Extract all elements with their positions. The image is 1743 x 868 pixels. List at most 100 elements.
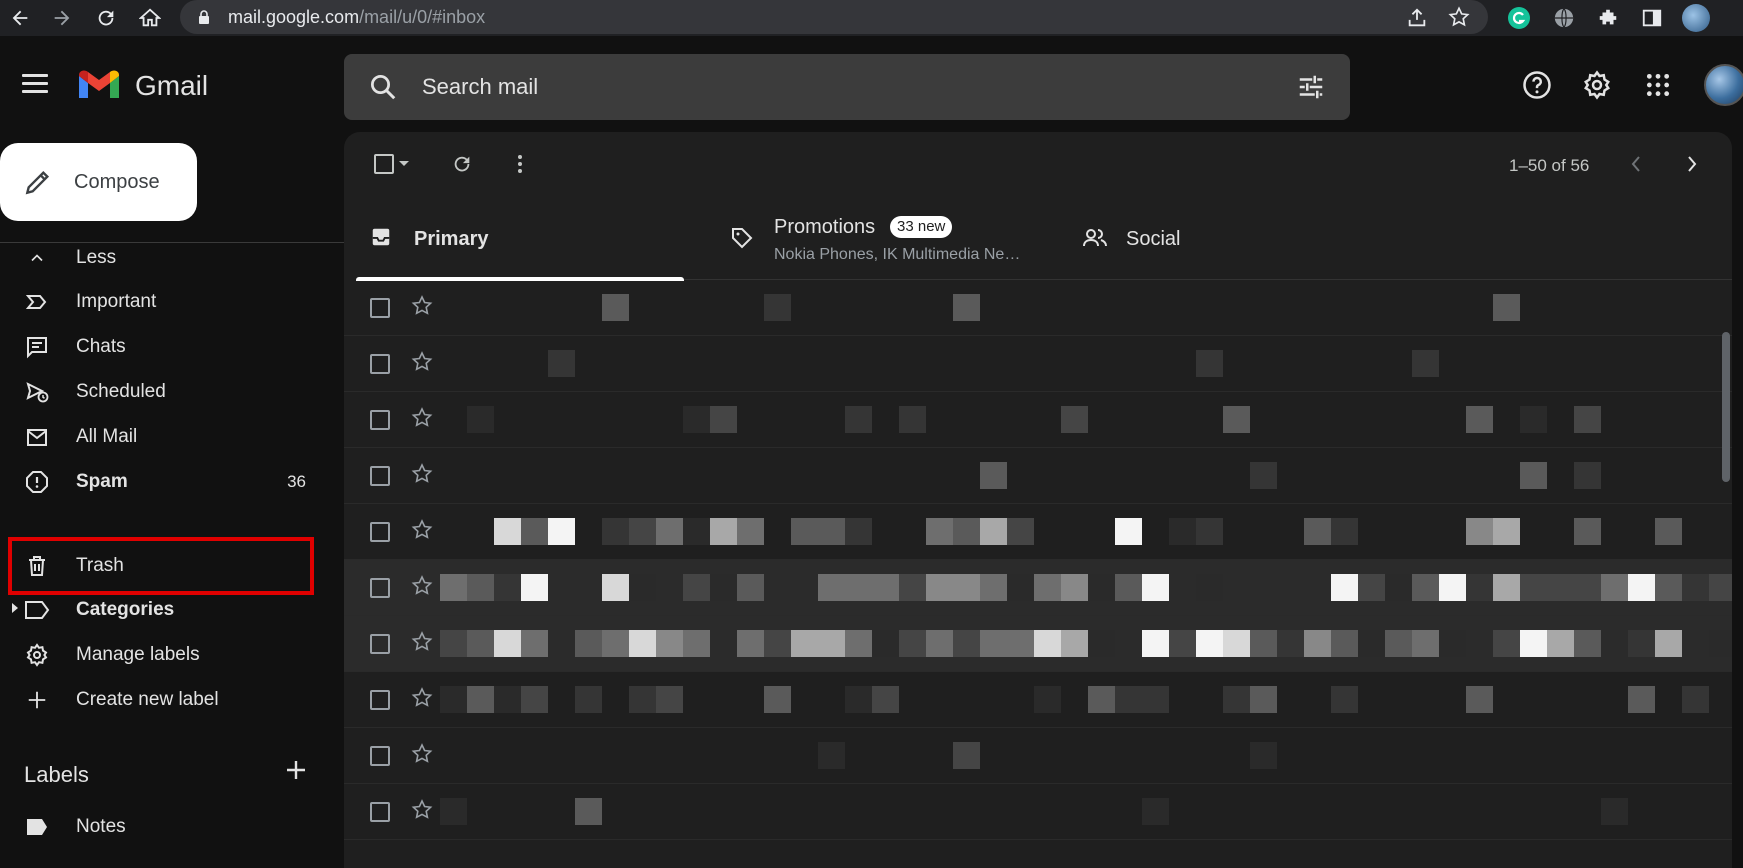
star-icon[interactable] xyxy=(410,462,436,488)
select-dropdown-icon[interactable] xyxy=(396,150,412,178)
redacted-email-content xyxy=(440,672,1732,728)
row-checkbox[interactable] xyxy=(370,634,390,654)
row-checkbox[interactable] xyxy=(370,410,390,430)
sidebar-item-scheduled[interactable]: Scheduled xyxy=(0,370,320,414)
tab-social[interactable]: Social xyxy=(1076,200,1396,280)
table-row[interactable] xyxy=(344,280,1732,336)
important-icon xyxy=(24,289,50,315)
apps-grid-icon[interactable] xyxy=(1641,68,1675,102)
row-checkbox[interactable] xyxy=(370,746,390,766)
sidebar-item-chats[interactable]: Chats xyxy=(0,325,320,369)
table-row[interactable] xyxy=(344,672,1732,728)
bookmark-star-icon[interactable] xyxy=(1448,6,1470,33)
grammarly-icon[interactable] xyxy=(1505,4,1533,32)
sidebar-item-spam[interactable]: Spam 36 xyxy=(0,460,320,504)
tab-label: Promotions xyxy=(774,216,876,238)
sidebar-item-create-new-label[interactable]: Create new label xyxy=(0,678,320,722)
sidebar-item-manage-labels[interactable]: Manage labels xyxy=(0,633,320,677)
sidebar-item-label: Chats xyxy=(76,336,126,357)
table-row[interactable] xyxy=(344,392,1732,448)
star-icon[interactable] xyxy=(410,518,436,544)
star-icon[interactable] xyxy=(410,294,436,320)
star-icon[interactable] xyxy=(410,742,436,768)
table-row[interactable] xyxy=(344,448,1732,504)
sidebar-item-important[interactable]: Important xyxy=(0,280,320,324)
star-icon[interactable] xyxy=(410,630,436,656)
chevron-up-icon xyxy=(24,245,50,271)
trash-highlight-box xyxy=(8,537,314,595)
label-item-notes[interactable]: Notes xyxy=(0,805,320,849)
account-avatar[interactable] xyxy=(1704,64,1743,106)
table-row[interactable] xyxy=(344,504,1732,560)
search-options-icon[interactable] xyxy=(1296,72,1326,102)
redacted-email-content xyxy=(440,728,1732,784)
table-row[interactable] xyxy=(344,616,1732,672)
settings-gear-icon[interactable] xyxy=(1580,68,1614,102)
expand-arrow-icon[interactable] xyxy=(10,601,20,619)
row-checkbox[interactable] xyxy=(370,578,390,598)
compose-button[interactable]: Compose xyxy=(0,143,197,221)
spam-count: 36 xyxy=(287,472,306,491)
star-icon[interactable] xyxy=(410,350,436,376)
sidebar-item-label: Spam xyxy=(76,471,128,492)
sidebar-item-label: Categories xyxy=(76,599,175,620)
gear-icon xyxy=(24,642,50,668)
sidebar-item-label: All Mail xyxy=(76,426,138,447)
table-row[interactable] xyxy=(344,728,1732,784)
forward-icon[interactable] xyxy=(46,2,78,34)
search-bar[interactable] xyxy=(344,54,1350,120)
table-row[interactable] xyxy=(344,336,1732,392)
all-mail-icon xyxy=(24,424,50,450)
redacted-email-content xyxy=(440,392,1732,448)
sidebar-item-all-mail[interactable]: All Mail xyxy=(0,415,320,459)
tab-label: Primary xyxy=(414,228,489,250)
address-bar[interactable]: mail.google.com/mail/u/0/#inbox xyxy=(180,0,1488,34)
row-checkbox[interactable] xyxy=(370,522,390,542)
search-icon[interactable] xyxy=(368,72,398,102)
main-menu-icon[interactable] xyxy=(22,74,48,94)
back-icon[interactable] xyxy=(4,2,36,34)
gmail-brand: Gmail xyxy=(135,70,209,101)
chat-icon xyxy=(24,334,50,360)
search-input[interactable] xyxy=(422,70,1222,104)
add-label-icon[interactable] xyxy=(284,758,308,782)
spam-icon xyxy=(24,469,50,495)
redacted-email-content xyxy=(440,560,1732,616)
scrollbar[interactable] xyxy=(1722,332,1730,482)
mail-toolbar: 1–50 of 56 xyxy=(344,132,1732,196)
sidebar-item-label: Create new label xyxy=(76,689,219,710)
globe-icon[interactable] xyxy=(1550,4,1578,32)
sidebar-item-less[interactable]: Less xyxy=(0,236,320,280)
star-icon[interactable] xyxy=(410,406,436,432)
gmail-logo-icon[interactable] xyxy=(76,68,122,102)
redacted-email-content xyxy=(440,280,1732,336)
reload-icon[interactable] xyxy=(90,2,122,34)
row-checkbox[interactable] xyxy=(370,466,390,486)
tab-primary[interactable]: Primary xyxy=(356,200,684,281)
home-icon[interactable] xyxy=(134,2,166,34)
row-checkbox[interactable] xyxy=(370,298,390,318)
star-icon[interactable] xyxy=(410,574,436,600)
table-row[interactable] xyxy=(344,784,1732,840)
redacted-email-content xyxy=(440,504,1732,560)
refresh-icon[interactable] xyxy=(448,150,476,178)
row-checkbox[interactable] xyxy=(370,690,390,710)
tab-promotions[interactable]: Promotions 33 new Nokia Phones, IK Multi… xyxy=(722,200,1042,280)
profile-avatar[interactable] xyxy=(1682,4,1710,32)
prev-page-icon[interactable] xyxy=(1622,150,1650,178)
side-panel-icon[interactable] xyxy=(1638,4,1666,32)
select-all-checkbox[interactable] xyxy=(370,150,398,178)
table-row[interactable] xyxy=(344,560,1732,616)
redacted-email-content xyxy=(440,448,1732,504)
next-page-icon[interactable] xyxy=(1678,150,1706,178)
row-checkbox[interactable] xyxy=(370,802,390,822)
category-tabs: Primary Promotions 33 new Nokia Phones, … xyxy=(356,200,1732,281)
extensions-icon[interactable] xyxy=(1594,4,1622,32)
help-icon[interactable] xyxy=(1520,68,1554,102)
star-icon[interactable] xyxy=(410,798,436,824)
star-icon[interactable] xyxy=(410,686,436,712)
redacted-email-content xyxy=(440,616,1732,672)
share-icon[interactable] xyxy=(1406,7,1428,34)
more-options-icon[interactable] xyxy=(506,150,534,178)
row-checkbox[interactable] xyxy=(370,354,390,374)
